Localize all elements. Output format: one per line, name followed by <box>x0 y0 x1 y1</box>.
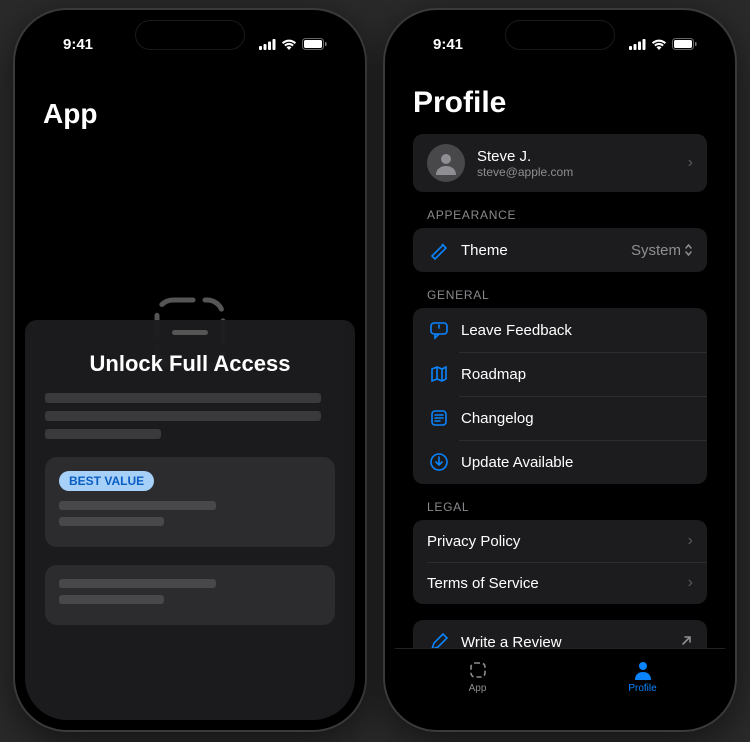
arrow-out-icon <box>680 634 693 649</box>
plan-card-best[interactable]: BEST VALUE <box>45 457 335 547</box>
best-value-badge: BEST VALUE <box>59 471 154 491</box>
dynamic-island <box>135 20 245 50</box>
placeholder-line <box>45 393 321 403</box>
roadmap-row[interactable]: Roadmap <box>413 352 707 396</box>
wifi-icon <box>281 39 297 50</box>
phone-frame-left: 9:41 App Unlock <box>15 10 365 730</box>
review-row[interactable]: Write a Review <box>413 620 707 648</box>
privacy-row[interactable]: Privacy Policy › <box>413 520 707 562</box>
status-icons <box>629 38 697 50</box>
theme-label: Theme <box>461 242 631 259</box>
battery-icon <box>302 38 327 50</box>
appearance-group: Theme System <box>413 228 707 272</box>
paintbrush-icon <box>427 238 451 262</box>
app-title: App <box>43 98 337 130</box>
cellular-icon <box>629 39 646 50</box>
tab-label: App <box>469 683 487 694</box>
row-label: Changelog <box>461 410 693 427</box>
placeholder-line <box>59 579 216 588</box>
row-label: Update Available <box>461 454 693 471</box>
content-left: App Unlock Full Access BEST VALUE <box>25 68 355 720</box>
placeholder-line <box>45 429 161 439</box>
row-label: Leave Feedback <box>461 322 693 339</box>
row-label: Write a Review <box>461 634 680 649</box>
user-info: Steve J. steve@apple.com <box>477 148 688 179</box>
list-icon <box>427 406 451 430</box>
placeholder-line <box>45 411 321 421</box>
row-label: Privacy Policy <box>427 533 688 550</box>
placeholder-line <box>59 517 164 526</box>
terms-row[interactable]: Terms of Service › <box>413 562 707 604</box>
phone-frame-right: 9:41 Profile Steve J. steve@apple.com <box>385 10 735 730</box>
tab-bar: App Profile <box>395 648 725 720</box>
section-header-legal: LEGAL <box>427 500 707 514</box>
content-right[interactable]: Profile Steve J. steve@apple.com › APPEA… <box>395 68 725 648</box>
chevron-right-icon: › <box>688 532 693 550</box>
placeholder-line <box>59 595 164 604</box>
battery-icon <box>672 38 697 50</box>
tab-app[interactable]: App <box>395 649 560 704</box>
screen-right: 9:41 Profile Steve J. steve@apple.com <box>395 20 725 720</box>
feedback-row[interactable]: Leave Feedback <box>413 308 707 352</box>
changelog-row[interactable]: Changelog <box>413 396 707 440</box>
tab-label: Profile <box>628 683 656 694</box>
user-name: Steve J. <box>477 148 688 165</box>
update-row[interactable]: Update Available <box>413 440 707 484</box>
screen-left: 9:41 App Unlock <box>25 20 355 720</box>
status-time: 9:41 <box>433 36 463 53</box>
profile-tab-icon <box>632 659 654 681</box>
general-group: Leave Feedback Roadmap Changelog Update … <box>413 308 707 484</box>
account-group: Steve J. steve@apple.com › <box>413 134 707 192</box>
wifi-icon <box>651 39 667 50</box>
download-icon <box>427 450 451 474</box>
dynamic-island <box>505 20 615 50</box>
chevron-right-icon: › <box>688 574 693 592</box>
map-icon <box>427 362 451 386</box>
theme-value: System <box>631 242 693 259</box>
section-header-appearance: APPEARANCE <box>427 208 707 222</box>
plan-card-secondary[interactable] <box>45 565 335 625</box>
row-label: Terms of Service <box>427 575 688 592</box>
chevron-right-icon: › <box>688 154 693 172</box>
section-header-general: GENERAL <box>427 288 707 302</box>
account-row[interactable]: Steve J. steve@apple.com › <box>413 134 707 192</box>
pencil-icon <box>427 630 451 648</box>
sheet-grabber[interactable] <box>172 330 208 335</box>
chevron-up-down-icon <box>684 243 693 257</box>
tab-profile[interactable]: Profile <box>560 649 725 704</box>
user-email: steve@apple.com <box>477 165 688 179</box>
speech-bubble-icon <box>427 318 451 342</box>
paywall-sheet: Unlock Full Access BEST VALUE <box>25 320 355 720</box>
app-tab-icon <box>467 659 489 681</box>
actions-group: Write a Review Share This App <box>413 620 707 648</box>
status-icons <box>259 38 327 50</box>
cellular-icon <box>259 39 276 50</box>
avatar-icon <box>427 144 465 182</box>
theme-row[interactable]: Theme System <box>413 228 707 272</box>
placeholder-line <box>59 501 216 510</box>
status-time: 9:41 <box>63 36 93 53</box>
sheet-title: Unlock Full Access <box>45 351 335 377</box>
row-label: Roadmap <box>461 366 693 383</box>
legal-group: Privacy Policy › Terms of Service › <box>413 520 707 604</box>
page-title: Profile <box>413 86 707 120</box>
